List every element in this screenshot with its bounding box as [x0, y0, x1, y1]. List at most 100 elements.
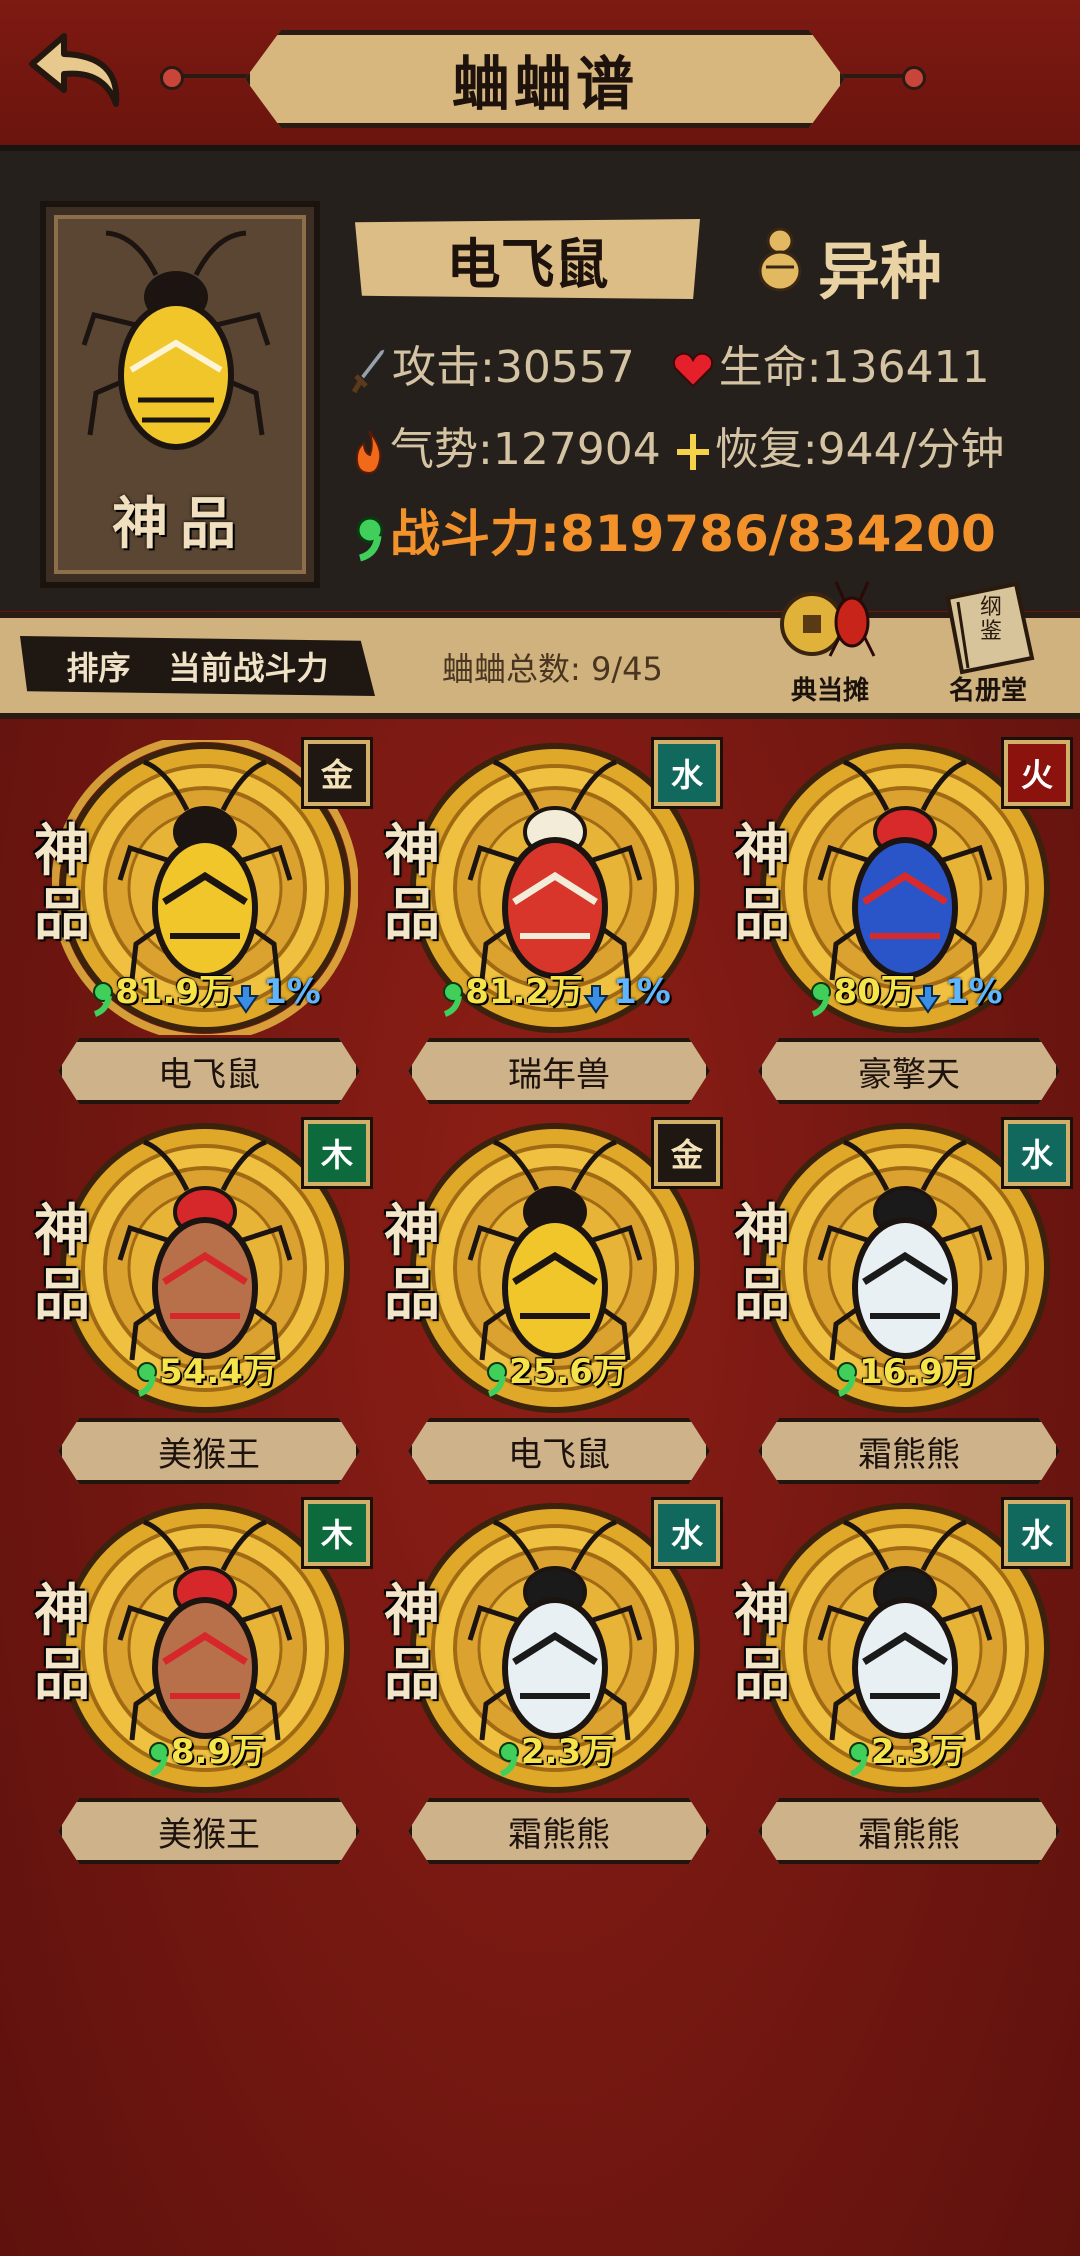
sort-button[interactable]: 排序 当前战斗力	[20, 636, 375, 696]
flame-icon	[355, 430, 382, 475]
cricket-card[interactable]: 神 品 火 80万 1% 豪擎天	[730, 720, 1080, 1104]
cricket-name: 美猴王	[158, 1814, 260, 1855]
element-badge: 木	[301, 1497, 373, 1569]
gourd-icon	[758, 227, 802, 292]
combat-power-icon	[848, 1741, 869, 1777]
grade-char-2: 品	[34, 1642, 90, 1708]
element-badge: 水	[651, 1497, 723, 1569]
cricket-detail-panel: 神品 电飞鼠 异种 攻击:30557 生命:136411 气势:127904 恢…	[0, 145, 1080, 611]
cricket-card[interactable]: 神 品 金 25.6万 电飞鼠	[380, 1100, 730, 1484]
cricket-name: 电飞鼠	[158, 1054, 260, 1095]
power-value: 80万	[833, 972, 915, 1012]
cricket-portrait-image	[81, 230, 271, 450]
cricket-name: 霜熊熊	[508, 1814, 610, 1855]
combat-power-icon	[443, 981, 464, 1017]
power-value: 16.9万	[859, 1352, 977, 1392]
sword-icon	[352, 346, 388, 394]
cricket-name-plate: 电飞鼠	[355, 219, 700, 299]
cricket-card[interactable]: 神 品 水 16.9万 霜熊熊	[730, 1100, 1080, 1484]
stat-row-momentum-recovery: 气势:127904 恢复:944/分钟	[352, 413, 1004, 477]
stat-row-attack-hp: 攻击:30557 生命:136411	[352, 331, 990, 395]
combat-power-icon	[93, 981, 114, 1017]
cricket-name-bar: 电飞鼠	[58, 1038, 360, 1104]
pawn-shop-button[interactable]: 典当摊	[770, 578, 890, 713]
portrait-grade-label: 神品	[112, 491, 248, 557]
title-plate: 蛐蛐谱	[245, 30, 845, 128]
power-line: 54.4万	[30, 1344, 380, 1398]
power-line: 81.9万 1%	[30, 964, 380, 1018]
power-line: 2.3万	[730, 1724, 1080, 1778]
cricket-card[interactable]: 神 品 水 2.3万 霜熊熊	[730, 1480, 1080, 1864]
cricket-name: 霜熊熊	[858, 1434, 960, 1475]
variant-label: 异种	[818, 235, 943, 308]
cricket-portrait: 神品	[40, 201, 320, 588]
grade-char-2: 品	[34, 882, 90, 948]
cricket-name-bar: 霜熊熊	[758, 1418, 1060, 1484]
combat-power-icon	[137, 1361, 158, 1397]
percent-value: 1%	[944, 972, 1003, 1012]
element-badge: 金	[651, 1117, 723, 1189]
percent-value: 1%	[263, 972, 321, 1012]
arrow-down-icon	[583, 984, 609, 1014]
roster-hall-button[interactable]: 纲鉴 名册堂	[928, 578, 1048, 713]
percent-value: 1%	[613, 972, 671, 1012]
cricket-name: 霜熊熊	[858, 1814, 960, 1855]
power-value: 2.3万	[520, 1732, 616, 1772]
arrow-down-icon	[914, 984, 941, 1014]
cricket-name: 豪擎天	[858, 1054, 960, 1095]
power-line: 25.6万	[380, 1344, 730, 1398]
grade-char-2: 品	[384, 1262, 440, 1328]
power-value: 25.6万	[509, 1352, 627, 1392]
cricket-name-bar: 豪擎天	[758, 1038, 1060, 1104]
grade-char-2: 品	[734, 882, 790, 948]
cricket-card[interactable]: 神 品 水 81.2万 1% 瑞年兽	[380, 720, 730, 1104]
power-value: 2.3万	[870, 1732, 966, 1772]
combat-power-icon	[811, 981, 832, 1017]
title-ornament-dot-left	[160, 66, 184, 90]
grade-char-2: 品	[34, 1262, 90, 1328]
pawn-shop-label: 典当摊	[790, 676, 869, 706]
sort-label: 排序	[66, 649, 131, 687]
combat-power-icon	[837, 1361, 858, 1397]
cricket-name: 瑞年兽	[508, 1054, 610, 1095]
combat-power-icon	[148, 1741, 169, 1777]
power-value: 81.9万	[115, 972, 234, 1012]
combat-power-icon	[356, 516, 384, 561]
cricket-total-count: 蛐蛐总数: 9/45	[442, 650, 663, 688]
recovery-value: 恢复:944/分钟	[714, 424, 1005, 475]
cricket-name-bar: 霜熊熊	[408, 1798, 710, 1864]
cricket-name-bar: 瑞年兽	[408, 1038, 710, 1104]
power-value: 54.4万	[159, 1352, 277, 1392]
page-title: 蛐蛐谱	[451, 50, 638, 118]
power-line: 2.3万	[380, 1724, 730, 1778]
element-badge: 水	[1001, 1117, 1073, 1189]
cricket-card[interactable]: 神 品 金 81.9万 1% 电飞鼠	[30, 720, 380, 1104]
cricket-name-bar: 美猴王	[58, 1418, 360, 1484]
element-badge: 火	[1001, 737, 1073, 809]
cricket-card[interactable]: 神 品 水 2.3万 霜熊熊	[380, 1480, 730, 1864]
coin-cricket-icon	[780, 581, 876, 657]
arrow-down-icon	[233, 984, 259, 1014]
sort-value: 当前战斗力	[168, 649, 329, 687]
cricket-card[interactable]: 神 品 木 8.9万 美猴王	[30, 1480, 380, 1864]
element-badge: 金	[301, 737, 373, 809]
back-button[interactable]	[24, 26, 134, 116]
title-ornament-dot-right	[902, 66, 926, 90]
momentum-value: 气势:127904	[390, 424, 661, 475]
power-line: 81.2万 1%	[380, 964, 730, 1018]
element-badge: 水	[1001, 1497, 1073, 1569]
power-value: 8.9万	[170, 1732, 266, 1772]
cricket-name-bar: 美猴王	[58, 1798, 360, 1864]
grade-char-2: 品	[734, 1642, 790, 1708]
attack-value: 攻击:30557	[392, 342, 635, 393]
power-line: 8.9万	[30, 1724, 380, 1778]
cricket-name-bar: 霜熊熊	[758, 1798, 1060, 1864]
roster-hall-label: 名册堂	[948, 676, 1027, 706]
heart-icon	[672, 352, 713, 388]
back-arrow-icon	[29, 33, 120, 107]
cricket-card[interactable]: 神 品 木 54.4万 美猴王	[30, 1100, 380, 1484]
element-badge: 水	[651, 737, 723, 809]
combat-power-icon	[498, 1741, 519, 1777]
sparkle-plus-icon	[676, 434, 709, 470]
power-value: 81.2万	[465, 972, 584, 1012]
